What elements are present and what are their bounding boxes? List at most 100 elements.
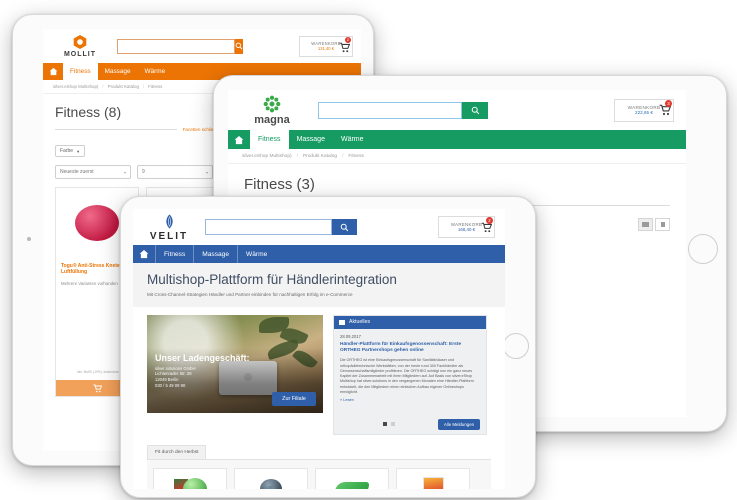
tab-label: Fit durch den Herbst (155, 449, 199, 455)
pagesize-value: 9 (142, 169, 145, 175)
tablet-camera-dot (27, 237, 31, 241)
breadcrumb-item[interactable]: Produkt Katalog (108, 84, 139, 89)
magna-search (318, 101, 488, 119)
news-headline[interactable]: Händler-Plattform für Einkaufsgenossensc… (340, 342, 480, 355)
breadcrumb-item[interactable]: silver.eShop Multishop) (242, 154, 292, 159)
breadcrumb-sep: / (102, 84, 104, 89)
news-read-more-link[interactable]: » Lesen (340, 397, 480, 402)
nav-item-fitness[interactable]: Fitness (156, 245, 195, 263)
search-input[interactable] (318, 101, 462, 119)
hero-banner: Multishop-Plattform für Händlerintegrati… (133, 263, 505, 307)
store-heading: Unser Ladengeschäft: (155, 352, 250, 363)
store-branch-button[interactable]: Zur Filiale (272, 391, 316, 406)
news-panel: Aktuelles 28.09.2017 Händler-Plattform f… (333, 314, 487, 435)
cart-count-badge: 3 (665, 99, 672, 107)
hero-title: Multishop-Plattform für Händlerintegrati… (147, 272, 397, 287)
nav-home-button[interactable] (133, 245, 156, 263)
mollit-topbar: MOLLIT WARENKORB 131,40 € 2 (43, 29, 361, 63)
velit-topbar: VELIT WARENKORB 168,40 € 2 (133, 209, 505, 245)
carousel-dot[interactable] (391, 422, 395, 427)
mollit-logo-text: MOLLIT (63, 51, 97, 58)
magna-topbar: magna WARENKORB 222,65 € 3 (228, 90, 686, 130)
news-body: Die ORTHEG ist eine Einkaufsgenossenscha… (340, 358, 474, 394)
velit-navbar: Fitness Massage Wärme (133, 245, 505, 263)
magna-navbar: Fitness Massage Wärme (228, 130, 686, 149)
nav-item-massage[interactable]: Massage (98, 63, 138, 80)
tablet-home-button[interactable] (503, 333, 529, 359)
nav-item-waerme[interactable]: Wärme (238, 245, 275, 263)
carousel-dot-active[interactable] (383, 422, 387, 427)
store-phone: 030 / 5 49 09 90 (155, 382, 186, 388)
search-input[interactable] (205, 219, 332, 235)
tablet-screen-velit: VELIT WARENKORB 168,40 € 2 Fitness Massa… (133, 209, 505, 489)
velit-logo-text: VELIT (149, 230, 189, 242)
search-button[interactable] (235, 38, 243, 54)
nav-item-fitness[interactable]: Fitness (63, 63, 98, 80)
cart-button[interactable]: WARENKORB 168,40 € 2 (438, 216, 495, 238)
home-icon (139, 249, 149, 259)
grid-view-icon[interactable] (638, 218, 653, 231)
nav-home-button[interactable] (43, 63, 63, 80)
chevron-down-icon: ▾ (205, 169, 208, 175)
search-input[interactable] (117, 38, 235, 54)
list-view-icon[interactable] (655, 218, 670, 231)
chevron-down-icon: ▾ (123, 169, 126, 175)
cart-button[interactable]: WARENKORB 222,65 € 3 (614, 98, 674, 122)
filter-farbe[interactable]: Farbe ▼ (55, 145, 86, 157)
cart-button[interactable]: WARENKORB 131,40 € 2 (299, 35, 353, 57)
strip-item[interactable] (153, 467, 227, 489)
product-strip (147, 459, 491, 489)
search-button[interactable] (462, 101, 488, 119)
sort-select[interactable]: Neueste zuerst ▾ (55, 165, 131, 179)
store-photo[interactable]: Unser Ladengeschäft: silver.solutions Gm… (147, 314, 323, 413)
breadcrumb-item[interactable]: Produkt Katalog (303, 154, 337, 159)
nav-item-label: Wärme (246, 250, 268, 258)
home-icon (234, 135, 244, 144)
hex-nut-icon (73, 35, 87, 49)
nav-item-waerme[interactable]: Wärme (333, 130, 372, 149)
nav-item-massage[interactable]: Massage (194, 245, 239, 263)
hero-subtitle: Mit Cross-Channel-Strategien Händler und… (147, 291, 353, 297)
tablet-home-button[interactable] (688, 234, 718, 264)
cart-icon (93, 384, 102, 392)
nav-item-label: Fitness (164, 250, 186, 258)
nav-home-button[interactable] (228, 130, 250, 149)
magna-logo[interactable]: magna (240, 94, 304, 126)
chevron-down-icon: ▼ (76, 148, 81, 154)
nav-item-label: Massage (104, 68, 131, 75)
news-header: Aktuelles (334, 315, 486, 329)
breadcrumb-item[interactable]: Fitness (148, 84, 162, 89)
nav-item-label: Fitness (258, 136, 281, 143)
all-news-button[interactable]: Alle Meldungen (438, 418, 480, 430)
breadcrumb-sep: / (342, 153, 344, 159)
strip-item[interactable] (396, 467, 470, 489)
store-caption: Unser Ladengeschäft: silver.solutions Gm… (155, 353, 250, 389)
breadcrumb-item[interactable]: silver.eShop Multishop) (53, 84, 98, 89)
news-icon (339, 319, 345, 325)
search-button[interactable] (332, 219, 357, 235)
shop-velit: VELIT WARENKORB 168,40 € 2 Fitness Massa… (133, 209, 505, 489)
breadcrumb-item[interactable]: Fitness (348, 154, 363, 159)
search-icon (235, 42, 243, 50)
mollit-search (117, 38, 243, 54)
strip-item[interactable] (234, 467, 308, 489)
velit-search (205, 219, 357, 235)
nav-item-massage[interactable]: Massage (289, 130, 333, 149)
cart-total: 222,65 € (635, 110, 653, 115)
nav-item-waerme[interactable]: Wärme (138, 63, 173, 80)
search-icon (340, 223, 349, 231)
velit-logo[interactable]: VELIT (143, 213, 195, 242)
massage-roller-art (260, 478, 282, 489)
nav-item-fitness[interactable]: Fitness (250, 130, 289, 149)
filter-label: Farbe (60, 148, 74, 154)
screenshot-canvas: MOLLIT WARENKORB 131,40 € 2 Fitness Mass… (0, 0, 737, 500)
breadcrumb: silver.eShop Multishop) / Produkt Katalo… (228, 149, 686, 164)
mollit-logo[interactable]: MOLLIT (51, 34, 109, 58)
cart-count-badge: 2 (345, 36, 351, 43)
home-icon (49, 67, 57, 76)
strip-item[interactable] (315, 467, 389, 489)
pagesize-select[interactable]: 9 ▾ (137, 165, 213, 179)
leaf-cluster-icon (263, 95, 281, 113)
tab-fit-durch-den-herbst[interactable]: Fit durch den Herbst (147, 444, 207, 459)
news-header-label: Aktuelles (349, 319, 371, 326)
